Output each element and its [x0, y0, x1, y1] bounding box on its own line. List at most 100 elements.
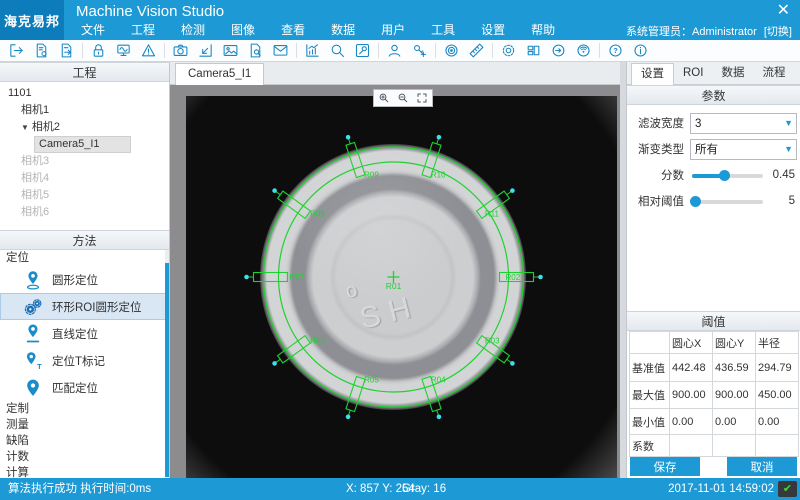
menu-user[interactable]: 用户	[368, 22, 418, 40]
fit-view-button[interactable]	[415, 91, 429, 105]
method-category-count[interactable]: 计数	[0, 449, 169, 465]
cell-value[interactable]	[713, 435, 756, 457]
run-loop-button[interactable]	[546, 41, 571, 61]
cell-value[interactable]: 294.79	[756, 354, 799, 382]
search-button[interactable]	[325, 41, 350, 61]
menu-project[interactable]: 工程	[118, 22, 168, 40]
gradient-type-select[interactable]: 所有▼	[690, 139, 797, 160]
roi-overlay[interactable]: R01R02R03R04R05R06R07R08R09R10R11	[186, 96, 617, 478]
zoom-out-button[interactable]	[396, 91, 410, 105]
menu-help[interactable]: 帮助	[518, 22, 568, 40]
tree-expand-caret[interactable]: ▼	[21, 123, 29, 132]
tree-item-camera3[interactable]: 相机3	[0, 153, 169, 170]
monitor-button[interactable]	[111, 41, 136, 61]
cell-value[interactable]: 442.48	[670, 354, 713, 382]
cancel-button[interactable]: 取消	[727, 457, 797, 476]
permissions-button[interactable]	[407, 41, 432, 61]
close-button[interactable]: ✕	[777, 1, 790, 21]
calibration-button[interactable]	[439, 41, 464, 61]
method-circle-locate[interactable]: 圆形定位	[0, 266, 169, 293]
about-button[interactable]	[628, 41, 653, 61]
method-category-locate[interactable]: 定位	[0, 250, 169, 266]
settings-button[interactable]	[496, 41, 521, 61]
caliper-endpoint[interactable]	[436, 414, 442, 420]
camera-button[interactable]	[168, 41, 193, 61]
caliper-endpoint[interactable]	[345, 134, 351, 140]
method-category-calc[interactable]: 计算	[0, 465, 169, 478]
tree-item-camera5-i1[interactable]: Camera5_I1	[0, 136, 169, 153]
help-button[interactable]	[603, 41, 628, 61]
user-button[interactable]	[382, 41, 407, 61]
menu-image[interactable]: 图像	[218, 22, 268, 40]
caliper-endpoint[interactable]	[436, 134, 442, 140]
tab-camera5-i1[interactable]: Camera5_I1	[175, 63, 264, 85]
tab-settings[interactable]: 设置	[631, 63, 674, 86]
cell-value[interactable]: 0.00	[713, 409, 756, 435]
menu-view[interactable]: 查看	[268, 22, 318, 40]
cell-value[interactable]: 0.00	[756, 409, 799, 435]
tools-button[interactable]	[350, 41, 375, 61]
statistics-button[interactable]	[300, 41, 325, 61]
menu-file[interactable]: 文件	[68, 22, 118, 40]
export-project-button[interactable]	[54, 41, 79, 61]
zoom-in-button[interactable]	[377, 91, 391, 105]
tree-item-camera1[interactable]: 相机1	[0, 102, 169, 119]
cell-value[interactable]	[756, 435, 799, 457]
switch-user-link[interactable]: [切换]	[764, 26, 792, 38]
right-panel-scrollbar[interactable]	[620, 62, 627, 478]
method-ring-roi-circle-locate[interactable]: 环形ROI圆形定位	[0, 293, 169, 320]
cell-value[interactable]: 0.00	[670, 409, 713, 435]
column-header	[630, 332, 670, 354]
image-library-button[interactable]	[218, 41, 243, 61]
mail-button[interactable]	[268, 41, 293, 61]
method-category-custom[interactable]: 定制	[0, 401, 169, 417]
tab-data[interactable]: 数据	[712, 63, 753, 84]
method-category-measure[interactable]: 测量	[0, 417, 169, 433]
caliper-endpoint[interactable]	[345, 414, 351, 420]
tree-item-camera5[interactable]: 相机5	[0, 187, 169, 204]
project-settings-button[interactable]	[29, 41, 54, 61]
lock-button[interactable]	[86, 41, 111, 61]
save-button[interactable]: 保存	[630, 457, 700, 476]
measure-button[interactable]	[464, 41, 489, 61]
tree-item-camera4[interactable]: 相机4	[0, 170, 169, 187]
tab-roi[interactable]: ROI	[674, 63, 712, 84]
communication-button[interactable]	[571, 41, 596, 61]
slider-thumb[interactable]	[690, 196, 701, 207]
cell-value[interactable]	[670, 435, 713, 457]
alarm-button[interactable]	[136, 41, 161, 61]
camera-image[interactable]: o SH R01R02R03R04R05R06R07R08R09R10R11	[186, 96, 617, 478]
tab-flow[interactable]: 流程	[753, 63, 794, 84]
caliper-endpoint[interactable]	[538, 275, 543, 280]
menu-inspect[interactable]: 检测	[168, 22, 218, 40]
layout-button[interactable]	[521, 41, 546, 61]
cell-value[interactable]: 900.00	[670, 382, 713, 409]
menu-settings[interactable]: 设置	[468, 22, 518, 40]
filter-width-select[interactable]: 3▼	[690, 113, 797, 134]
import-image-button[interactable]	[193, 41, 218, 61]
method-category-defect[interactable]: 缺陷	[0, 433, 169, 449]
exit-button[interactable]	[4, 41, 29, 61]
score-slider[interactable]	[690, 166, 765, 185]
menu-data[interactable]: 数据	[318, 22, 368, 40]
log-view-button[interactable]	[243, 41, 268, 61]
caliper-handle[interactable]	[244, 273, 287, 282]
relative-threshold-slider[interactable]	[690, 192, 765, 211]
tree-item-1101[interactable]: 1101	[0, 85, 169, 102]
cell-value[interactable]: 900.00	[713, 382, 756, 409]
method-t-mark-locate[interactable]: 定位T标记	[0, 347, 169, 374]
menu-tools[interactable]: 工具	[418, 22, 468, 40]
method-match-locate[interactable]: 匹配定位	[0, 374, 169, 401]
caliper-handle[interactable]	[270, 186, 310, 219]
slider-thumb[interactable]	[719, 170, 730, 181]
image-viewer[interactable]: o SH R01R02R03R04R05R06R07R08R09R10R11	[170, 85, 620, 478]
cell-value[interactable]: 436.59	[713, 354, 756, 382]
cell-value[interactable]: 450.00	[756, 382, 799, 409]
tree-item-camera2[interactable]: ▼相机2	[0, 119, 169, 136]
status-check-button[interactable]: ✔	[778, 481, 797, 497]
caliper-handle[interactable]	[270, 336, 310, 369]
caliper-endpoint[interactable]	[244, 275, 249, 280]
tree-item-camera6[interactable]: 相机6	[0, 204, 169, 221]
method-scrollbar-thumb[interactable]	[165, 263, 169, 477]
method-line-locate[interactable]: 直线定位	[0, 320, 169, 347]
